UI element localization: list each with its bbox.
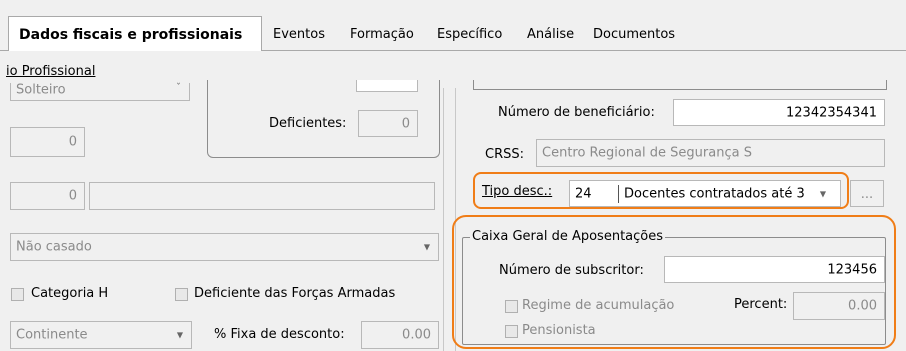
estado-civil-select[interactable]: Solteiro ˇ (10, 82, 190, 101)
percent-label: Percent: (734, 297, 788, 312)
pensionista-label: Pensionista (522, 323, 596, 338)
deficientes-label: Deficientes: (269, 116, 347, 131)
pensionista-checkbox[interactable] (505, 325, 518, 338)
crss-field[interactable]: Centro Regional de Segurança S (536, 139, 885, 167)
beneficiario-field[interactable]: 12342354341 (673, 99, 885, 126)
right-top-strip (473, 80, 887, 90)
categoria-h-label: Categoria H (31, 286, 109, 301)
tab-documentos[interactable]: Documentos (593, 27, 675, 42)
tab-analise[interactable]: Análise (527, 27, 574, 42)
regime-checkbox[interactable] (505, 300, 518, 313)
field-a[interactable]: 0 (10, 127, 85, 157)
chevron-down-icon: ▼ (423, 242, 430, 252)
fixa-desconto-label: % Fixa de desconto: (214, 327, 345, 342)
combo-divider (618, 185, 619, 203)
tipo-desc-label: Tipo desc.: (482, 184, 553, 199)
subscritor-field[interactable]: 123456 (664, 256, 885, 283)
deficiente-fa-checkbox[interactable] (175, 288, 188, 301)
beneficiario-label: Número de beneficiário: (498, 105, 655, 120)
ellipsis-button[interactable]: ... (850, 180, 884, 207)
chevron-down-icon: ˇ (176, 82, 181, 94)
chevron-down-icon: ▼ (819, 189, 826, 198)
section-link-profissional[interactable]: io Profissional (6, 64, 95, 79)
percent-field[interactable]: 0.00 (793, 292, 885, 320)
casado-select[interactable]: Não casado ▼ (10, 233, 439, 261)
tab-dados-fiscais[interactable]: Dados fiscais e profissionais (8, 16, 262, 51)
deficientes-field[interactable]: 0 (358, 110, 418, 137)
cga-group-label: Caixa Geral de Aposentações (470, 229, 666, 244)
field-b-number[interactable]: 0 (10, 182, 85, 210)
group-top-field (356, 80, 418, 92)
subscritor-label: Número de subscritor: (499, 263, 644, 278)
deficiente-fa-label: Deficiente das Forças Armadas (194, 286, 396, 301)
tipo-desc-combo[interactable]: 24 Docentes contratados até 3 ▼ (569, 180, 841, 207)
crss-label: CRSS: (485, 147, 524, 162)
tab-formacao[interactable]: Formação (350, 27, 414, 42)
categoria-h-checkbox[interactable] (11, 288, 24, 301)
field-b-text[interactable] (89, 182, 435, 210)
tab-eventos[interactable]: Eventos (273, 27, 325, 42)
fixa-desconto-field[interactable]: 0.00 (361, 321, 439, 349)
regime-label: Regime de acumulação (522, 298, 675, 313)
tab-especifico[interactable]: Específico (437, 27, 502, 42)
regiao-select[interactable]: Continente ▼ (10, 321, 192, 349)
chevron-down-icon: ▼ (176, 330, 183, 340)
